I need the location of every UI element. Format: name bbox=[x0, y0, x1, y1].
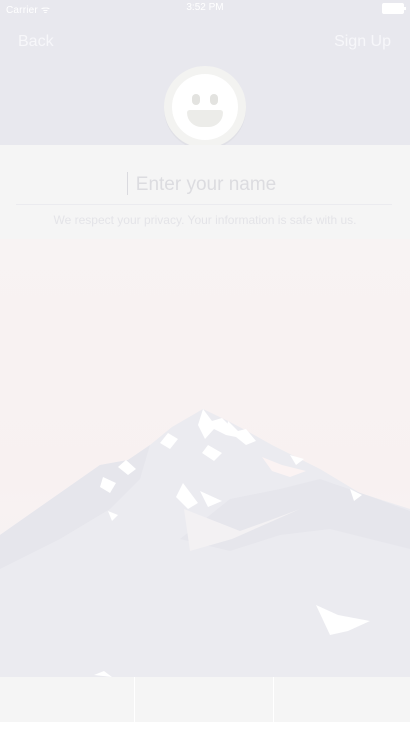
sign-up-button[interactable]: Sign Up bbox=[334, 33, 391, 51]
name-entry-section: We respect your privacy. Your informatio… bbox=[0, 145, 410, 239]
input-underline bbox=[16, 204, 392, 205]
clock-label: 3:52 PM bbox=[186, 2, 224, 13]
status-bar: Carrier ᯤ 3:52 PM bbox=[0, 0, 410, 18]
bottom-bar bbox=[0, 677, 410, 722]
mountain-illustration bbox=[0, 239, 410, 677]
left-eye bbox=[192, 94, 200, 105]
privacy-note: We respect your privacy. Your informatio… bbox=[53, 213, 357, 227]
bottom-bar-cell[interactable] bbox=[135, 677, 273, 722]
signup-screen: Carrier ᯤ 3:52 PM Back Sign Up We respec… bbox=[0, 0, 410, 732]
back-button[interactable]: Back bbox=[18, 33, 54, 51]
battery-full-icon bbox=[382, 3, 406, 14]
bottom-bar-cell[interactable] bbox=[0, 677, 134, 722]
smiley-face-icon bbox=[172, 74, 238, 140]
mouth bbox=[187, 110, 223, 127]
scene-svg bbox=[0, 239, 410, 677]
bottom-bar-cell[interactable] bbox=[274, 677, 410, 722]
right-eye bbox=[210, 94, 218, 105]
text-caret bbox=[127, 172, 128, 195]
name-input[interactable] bbox=[16, 169, 396, 201]
bottom-safe-area bbox=[0, 722, 410, 732]
